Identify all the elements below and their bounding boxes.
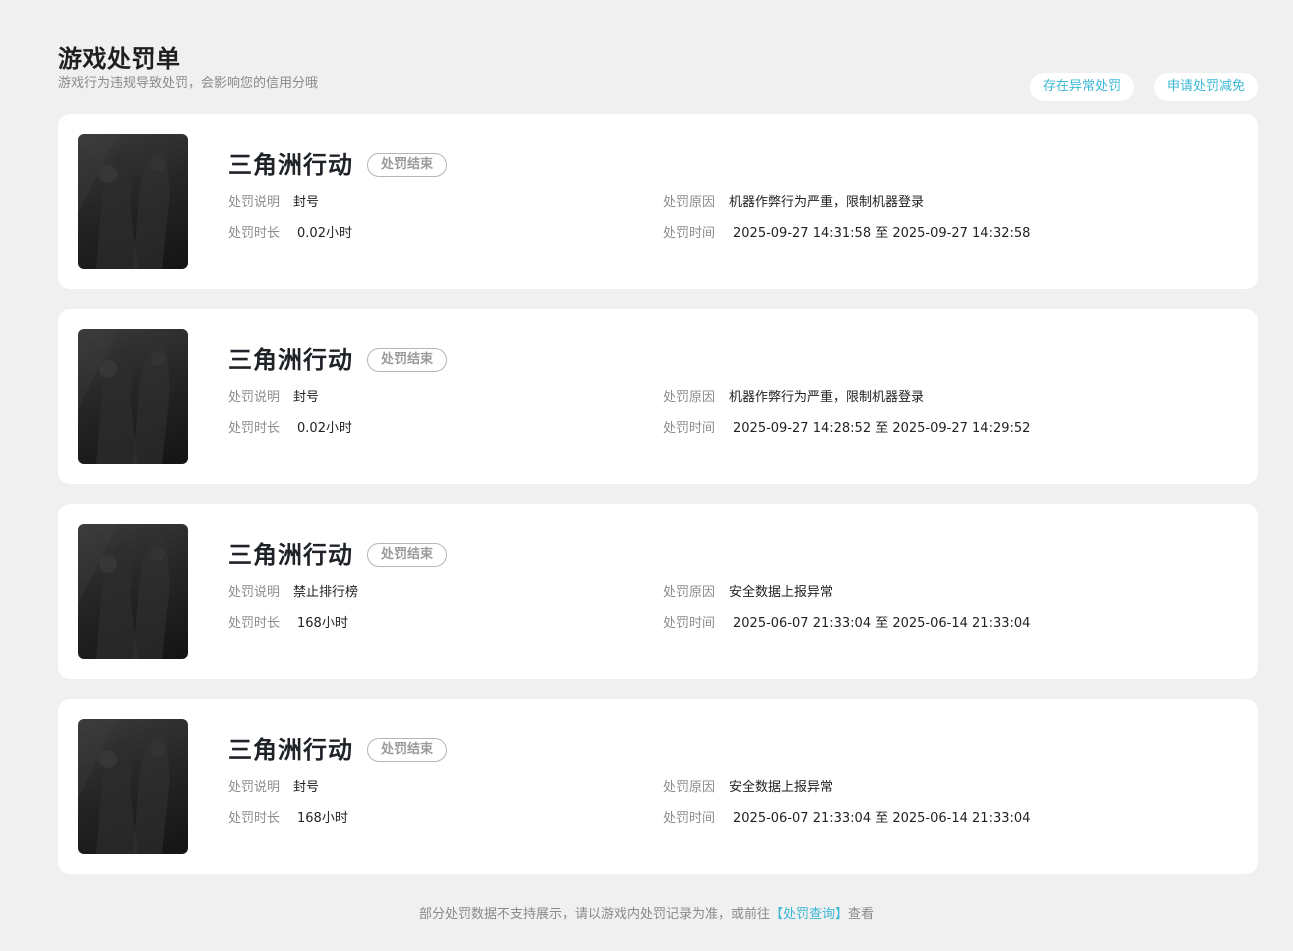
penalty-time-value: 2025-09-27 14:31:58 至 2025-09-27 14:32:5… (733, 226, 1031, 241)
game-name: 三角洲行动 (228, 736, 353, 764)
penalty-duration-label: 处罚时长 (228, 616, 281, 631)
footer-text: 部分处罚数据不支持展示，请以游戏内处罚记录为准，或前往 (418, 907, 770, 922)
penalty-reason-field: 处罚原因 机器作弊行为严重，限制机器登录 (663, 193, 924, 213)
penalty-desc-label: 处罚说明 (228, 780, 281, 795)
penalty-desc-field: 处罚说明 封号 (228, 778, 319, 798)
game-name: 三角洲行动 (228, 346, 353, 374)
footer-note: 部分处罚数据不支持展示，请以游戏内处罚记录为准，或前往【处罚查询】查看 (0, 905, 1293, 925)
penalty-duration-value: 168小时 (297, 616, 348, 631)
penalty-card: 三角洲行动 处罚结束 处罚说明 封号 处罚时长 168小时 处罚原因 安全数据上报异常… (58, 699, 1258, 874)
penalty-duration-field: 处罚时长 168小时 (228, 809, 348, 829)
penalty-card: 三角洲行动 处罚结束 处罚说明 封号 处罚时长 0.02小时 处罚原因 机器作弊行为严… (58, 114, 1258, 289)
footer-tail: 查看 (848, 907, 875, 922)
game-title-row: 三角洲行动 处罚结束 (228, 148, 448, 182)
penalty-desc-label: 处罚说明 (228, 195, 281, 210)
header-actions: 存在异常处罚 申请处罚减免 (1029, 73, 1258, 101)
abnormal-penalty-button[interactable]: 存在异常处罚 (1029, 73, 1134, 101)
penalty-time-value: 2025-06-07 21:33:04 至 2025-06-14 21:33:0… (733, 616, 1031, 631)
penalty-desc-value: 封号 (293, 780, 320, 795)
penalty-duration-label: 处罚时长 (228, 421, 281, 436)
game-title-row: 三角洲行动 处罚结束 (228, 733, 448, 767)
penalty-reason-value: 安全数据上报异常 (729, 780, 834, 795)
penalty-time-value: 2025-06-07 21:33:04 至 2025-06-14 21:33:0… (733, 811, 1031, 826)
penalty-time-label: 处罚时间 (663, 811, 716, 826)
penalty-time-label: 处罚时间 (663, 226, 716, 241)
penalty-time-label: 处罚时间 (663, 421, 716, 436)
penalty-reason-label: 处罚原因 (663, 585, 716, 600)
status-badge: 处罚结束 (367, 153, 448, 177)
penalty-duration-value: 0.02小时 (297, 226, 352, 241)
penalty-time-value: 2025-09-27 14:28:52 至 2025-09-27 14:29:5… (733, 421, 1031, 436)
apply-reduction-button[interactable]: 申请处罚减免 (1153, 73, 1258, 101)
penalty-duration-field: 处罚时长 0.02小时 (228, 224, 352, 244)
penalty-reason-value: 机器作弊行为严重，限制机器登录 (729, 195, 925, 210)
penalty-desc-value: 封号 (293, 195, 320, 210)
penalty-reason-value: 安全数据上报异常 (729, 585, 834, 600)
penalty-time-field: 处罚时间 2025-06-07 21:33:04 至 2025-06-14 21:… (663, 809, 1030, 829)
penalty-list: 三角洲行动 处罚结束 处罚说明 封号 处罚时长 0.02小时 处罚原因 机器作弊行为严… (58, 114, 1258, 894)
penalty-card: 三角洲行动 处罚结束 处罚说明 封号 处罚时长 0.02小时 处罚原因 机器作弊行为严… (58, 309, 1258, 484)
penalty-desc-field: 处罚说明 封号 (228, 193, 319, 213)
penalty-duration-value: 168小时 (297, 811, 348, 826)
status-badge: 处罚结束 (367, 738, 448, 762)
penalty-reason-label: 处罚原因 (663, 195, 716, 210)
penalty-desc-value: 封号 (293, 390, 320, 405)
game-title-row: 三角洲行动 处罚结束 (228, 343, 448, 377)
penalty-duration-field: 处罚时长 0.02小时 (228, 419, 352, 439)
game-name: 三角洲行动 (228, 541, 353, 569)
penalty-time-field: 处罚时间 2025-09-27 14:28:52 至 2025-09-27 14:… (663, 419, 1030, 439)
game-name: 三角洲行动 (228, 151, 353, 179)
penalty-desc-field: 处罚说明 封号 (228, 388, 319, 408)
penalty-reason-field: 处罚原因 安全数据上报异常 (663, 583, 833, 603)
penalty-reason-label: 处罚原因 (663, 780, 716, 795)
penalty-time-field: 处罚时间 2025-09-27 14:31:58 至 2025-09-27 14:… (663, 224, 1030, 244)
status-badge: 处罚结束 (367, 543, 448, 567)
penalty-query-link[interactable]: 【处罚查询】 (770, 907, 848, 922)
status-badge: 处罚结束 (367, 348, 448, 372)
penalty-desc-value: 禁止排行榜 (293, 585, 359, 600)
penalty-duration-field: 处罚时长 168小时 (228, 614, 348, 634)
penalty-duration-value: 0.02小时 (297, 421, 352, 436)
game-cover-image (78, 134, 188, 269)
game-cover-image (78, 524, 188, 659)
penalty-reason-value: 机器作弊行为严重，限制机器登录 (729, 390, 925, 405)
penalty-duration-label: 处罚时长 (228, 811, 281, 826)
game-cover-image (78, 719, 188, 854)
penalty-reason-field: 处罚原因 机器作弊行为严重，限制机器登录 (663, 388, 924, 408)
game-cover-image (78, 329, 188, 464)
page-header: 游戏处罚单 游戏行为违规导致处罚，会影响您的信用分哦 存在异常处罚 申请处罚减免 (58, 44, 1258, 104)
penalty-time-label: 处罚时间 (663, 616, 716, 631)
penalty-reason-label: 处罚原因 (663, 390, 716, 405)
penalty-reason-field: 处罚原因 安全数据上报异常 (663, 778, 833, 798)
penalty-card: 三角洲行动 处罚结束 处罚说明 禁止排行榜 处罚时长 168小时 处罚原因 安全数据上… (58, 504, 1258, 679)
penalty-desc-label: 处罚说明 (228, 585, 281, 600)
penalty-desc-field: 处罚说明 禁止排行榜 (228, 583, 358, 603)
penalty-desc-label: 处罚说明 (228, 390, 281, 405)
penalty-time-field: 处罚时间 2025-06-07 21:33:04 至 2025-06-14 21:… (663, 614, 1030, 634)
game-title-row: 三角洲行动 处罚结束 (228, 538, 448, 572)
page-title: 游戏处罚单 (58, 45, 181, 73)
penalty-duration-label: 处罚时长 (228, 226, 281, 241)
